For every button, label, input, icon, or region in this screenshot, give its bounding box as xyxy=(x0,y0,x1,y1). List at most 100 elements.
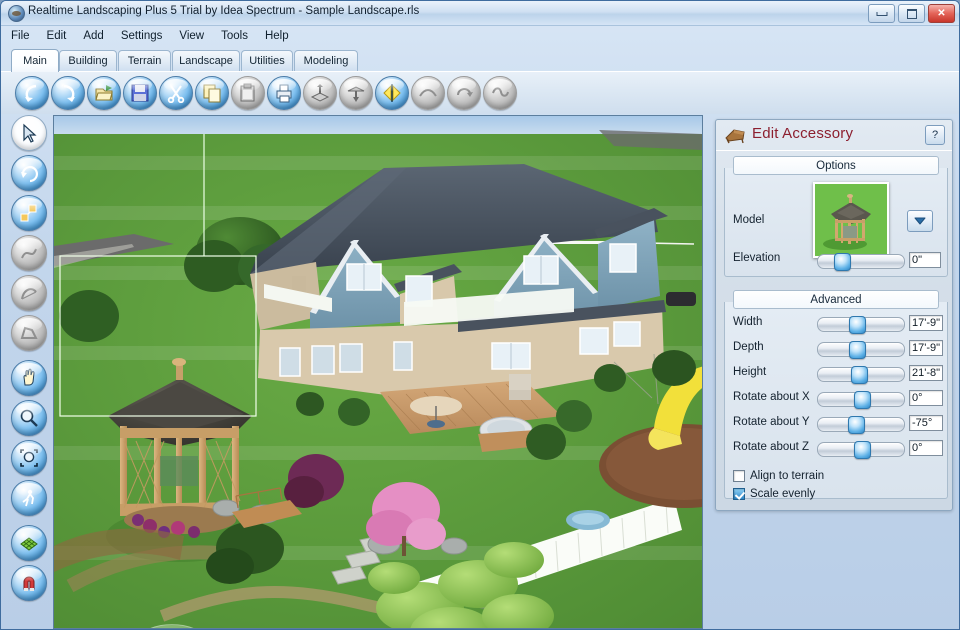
panel-title: Edit Accessory xyxy=(752,125,854,142)
rotate-z-slider[interactable] xyxy=(817,441,905,459)
rotate-x-slider-thumb[interactable] xyxy=(853,391,871,409)
redo-arrow-icon xyxy=(63,84,75,102)
rotate-y-value[interactable]: -75° xyxy=(909,415,943,431)
zoom-window-tool[interactable] xyxy=(11,440,47,476)
tab-building[interactable]: Building xyxy=(59,50,117,71)
undo-button[interactable] xyxy=(15,76,49,110)
mirror-button[interactable] xyxy=(375,76,409,110)
title-bar: Realtime Landscaping Plus 5 Trial by Ide… xyxy=(1,1,959,26)
minimize-button[interactable] xyxy=(868,4,895,23)
height-slider-thumb[interactable] xyxy=(851,366,869,384)
copy-button[interactable] xyxy=(195,76,229,110)
move-tool[interactable] xyxy=(11,195,47,231)
copy-pages-icon xyxy=(203,84,221,103)
width-slider[interactable] xyxy=(817,316,905,334)
rotate-x-slider[interactable] xyxy=(817,391,905,409)
elevation-label: Elevation xyxy=(733,252,781,264)
elevation-slider-thumb[interactable] xyxy=(833,253,851,271)
rotate-ccw-button xyxy=(483,76,517,110)
advanced-group: Advanced Width 17'-9" Depth 17'-9" Height 21'… xyxy=(724,290,948,501)
model-thumbnail[interactable] xyxy=(813,182,889,258)
model-dropdown-button[interactable] xyxy=(907,210,933,232)
window-title: Realtime Landscaping Plus 5 Trial by Ide… xyxy=(28,5,420,17)
navigation-widget[interactable]: Orbit Zoom Pan Height xyxy=(112,624,232,629)
scissors-icon xyxy=(167,85,185,103)
height-slider[interactable] xyxy=(817,366,905,384)
rotate-y-slider-thumb[interactable] xyxy=(847,416,865,434)
3d-viewport[interactable]: Orbit Zoom Pan Height xyxy=(53,115,703,629)
depth-value[interactable]: 17'-9" xyxy=(909,340,943,356)
maximize-button[interactable] xyxy=(898,4,925,23)
window-controls: ✕ xyxy=(868,4,955,23)
options-group: Options Model Elevation 0" xyxy=(724,156,948,277)
menu-item-edit[interactable]: Edit xyxy=(47,30,67,42)
drop-arrow-icon xyxy=(347,86,365,102)
rotate-y-label: Rotate about Y xyxy=(733,416,810,428)
depth-slider[interactable] xyxy=(817,341,905,359)
curve-draw-icon xyxy=(21,248,37,259)
height-value[interactable]: 21'-8" xyxy=(909,365,943,381)
cut-button[interactable] xyxy=(159,76,193,110)
width-value[interactable]: 17'-9" xyxy=(909,315,943,331)
print-button[interactable] xyxy=(267,76,301,110)
green-grid-icon xyxy=(20,537,38,551)
align-to-terrain-checkbox[interactable] xyxy=(733,469,745,482)
chevron-down-icon xyxy=(914,217,926,225)
rotate-z-value[interactable]: 0° xyxy=(909,440,943,456)
depth-label: Depth xyxy=(733,341,764,353)
rotate-z-slider-thumb[interactable] xyxy=(853,441,871,459)
walk-person-icon xyxy=(22,489,34,507)
grid-tool[interactable] xyxy=(11,525,47,561)
gazebo-thumbnail-image xyxy=(815,184,887,256)
nav-icons xyxy=(113,625,231,629)
menu-item-settings[interactable]: Settings xyxy=(121,30,163,42)
scale-evenly-row[interactable]: Scale evenly xyxy=(733,486,815,501)
elevation-slider[interactable] xyxy=(817,253,905,271)
menu-item-tools[interactable]: Tools xyxy=(221,30,248,42)
menu-item-file[interactable]: File xyxy=(11,30,30,42)
tab-utilities[interactable]: Utilities xyxy=(241,50,293,71)
menu-item-view[interactable]: View xyxy=(179,30,204,42)
scale-evenly-checkbox[interactable] xyxy=(733,487,745,500)
tab-terrain[interactable]: Terrain xyxy=(118,50,171,71)
arc-draw-icon xyxy=(21,288,37,300)
align-to-terrain-row[interactable]: Align to terrain xyxy=(733,468,824,483)
rotate-cw-icon xyxy=(457,88,473,97)
tab-main[interactable]: Main xyxy=(11,49,59,72)
draw-arc-tool xyxy=(11,275,47,311)
open-folder-icon xyxy=(95,85,113,101)
open-button[interactable] xyxy=(87,76,121,110)
width-slider-thumb[interactable] xyxy=(849,316,867,334)
polygon-draw-icon xyxy=(20,326,38,339)
redo-button[interactable] xyxy=(51,76,85,110)
orbit-tool[interactable] xyxy=(11,155,47,191)
model-label: Model xyxy=(733,214,765,226)
save-button[interactable] xyxy=(123,76,157,110)
elevation-value[interactable]: 0" xyxy=(909,252,941,268)
select-tool[interactable] xyxy=(11,115,47,151)
panel-header: Edit Accessory ? xyxy=(716,120,952,151)
depth-slider-thumb[interactable] xyxy=(849,341,867,359)
accessory-chair-icon xyxy=(725,129,745,144)
magnet-tool[interactable] xyxy=(11,565,47,601)
edit-accessory-panel: Edit Accessory ? Options Model Elevation… xyxy=(715,119,953,511)
paste-button xyxy=(231,76,265,110)
zoom-tool[interactable] xyxy=(11,400,47,436)
orbit-circle-icon xyxy=(21,165,39,183)
ground-plane-icon xyxy=(310,84,330,102)
pan-tool[interactable] xyxy=(11,360,47,396)
help-button[interactable]: ? xyxy=(925,125,945,145)
rotate-y-slider[interactable] xyxy=(817,416,905,434)
tab-modeling[interactable]: Modeling xyxy=(294,50,358,71)
drop-to-ground-button xyxy=(339,76,373,110)
rotate-x-value[interactable]: 0° xyxy=(909,390,943,406)
menu-item-add[interactable]: Add xyxy=(83,30,103,42)
height-label: Height xyxy=(733,366,767,378)
tab-landscape[interactable]: Landscape xyxy=(172,50,240,71)
undo-arrow-icon xyxy=(25,84,37,102)
landscape-scene xyxy=(54,116,702,628)
zoom-window-icon xyxy=(20,449,38,467)
menu-item-help[interactable]: Help xyxy=(265,30,289,42)
close-button[interactable]: ✕ xyxy=(928,4,955,23)
walkthrough-tool[interactable] xyxy=(11,480,47,516)
